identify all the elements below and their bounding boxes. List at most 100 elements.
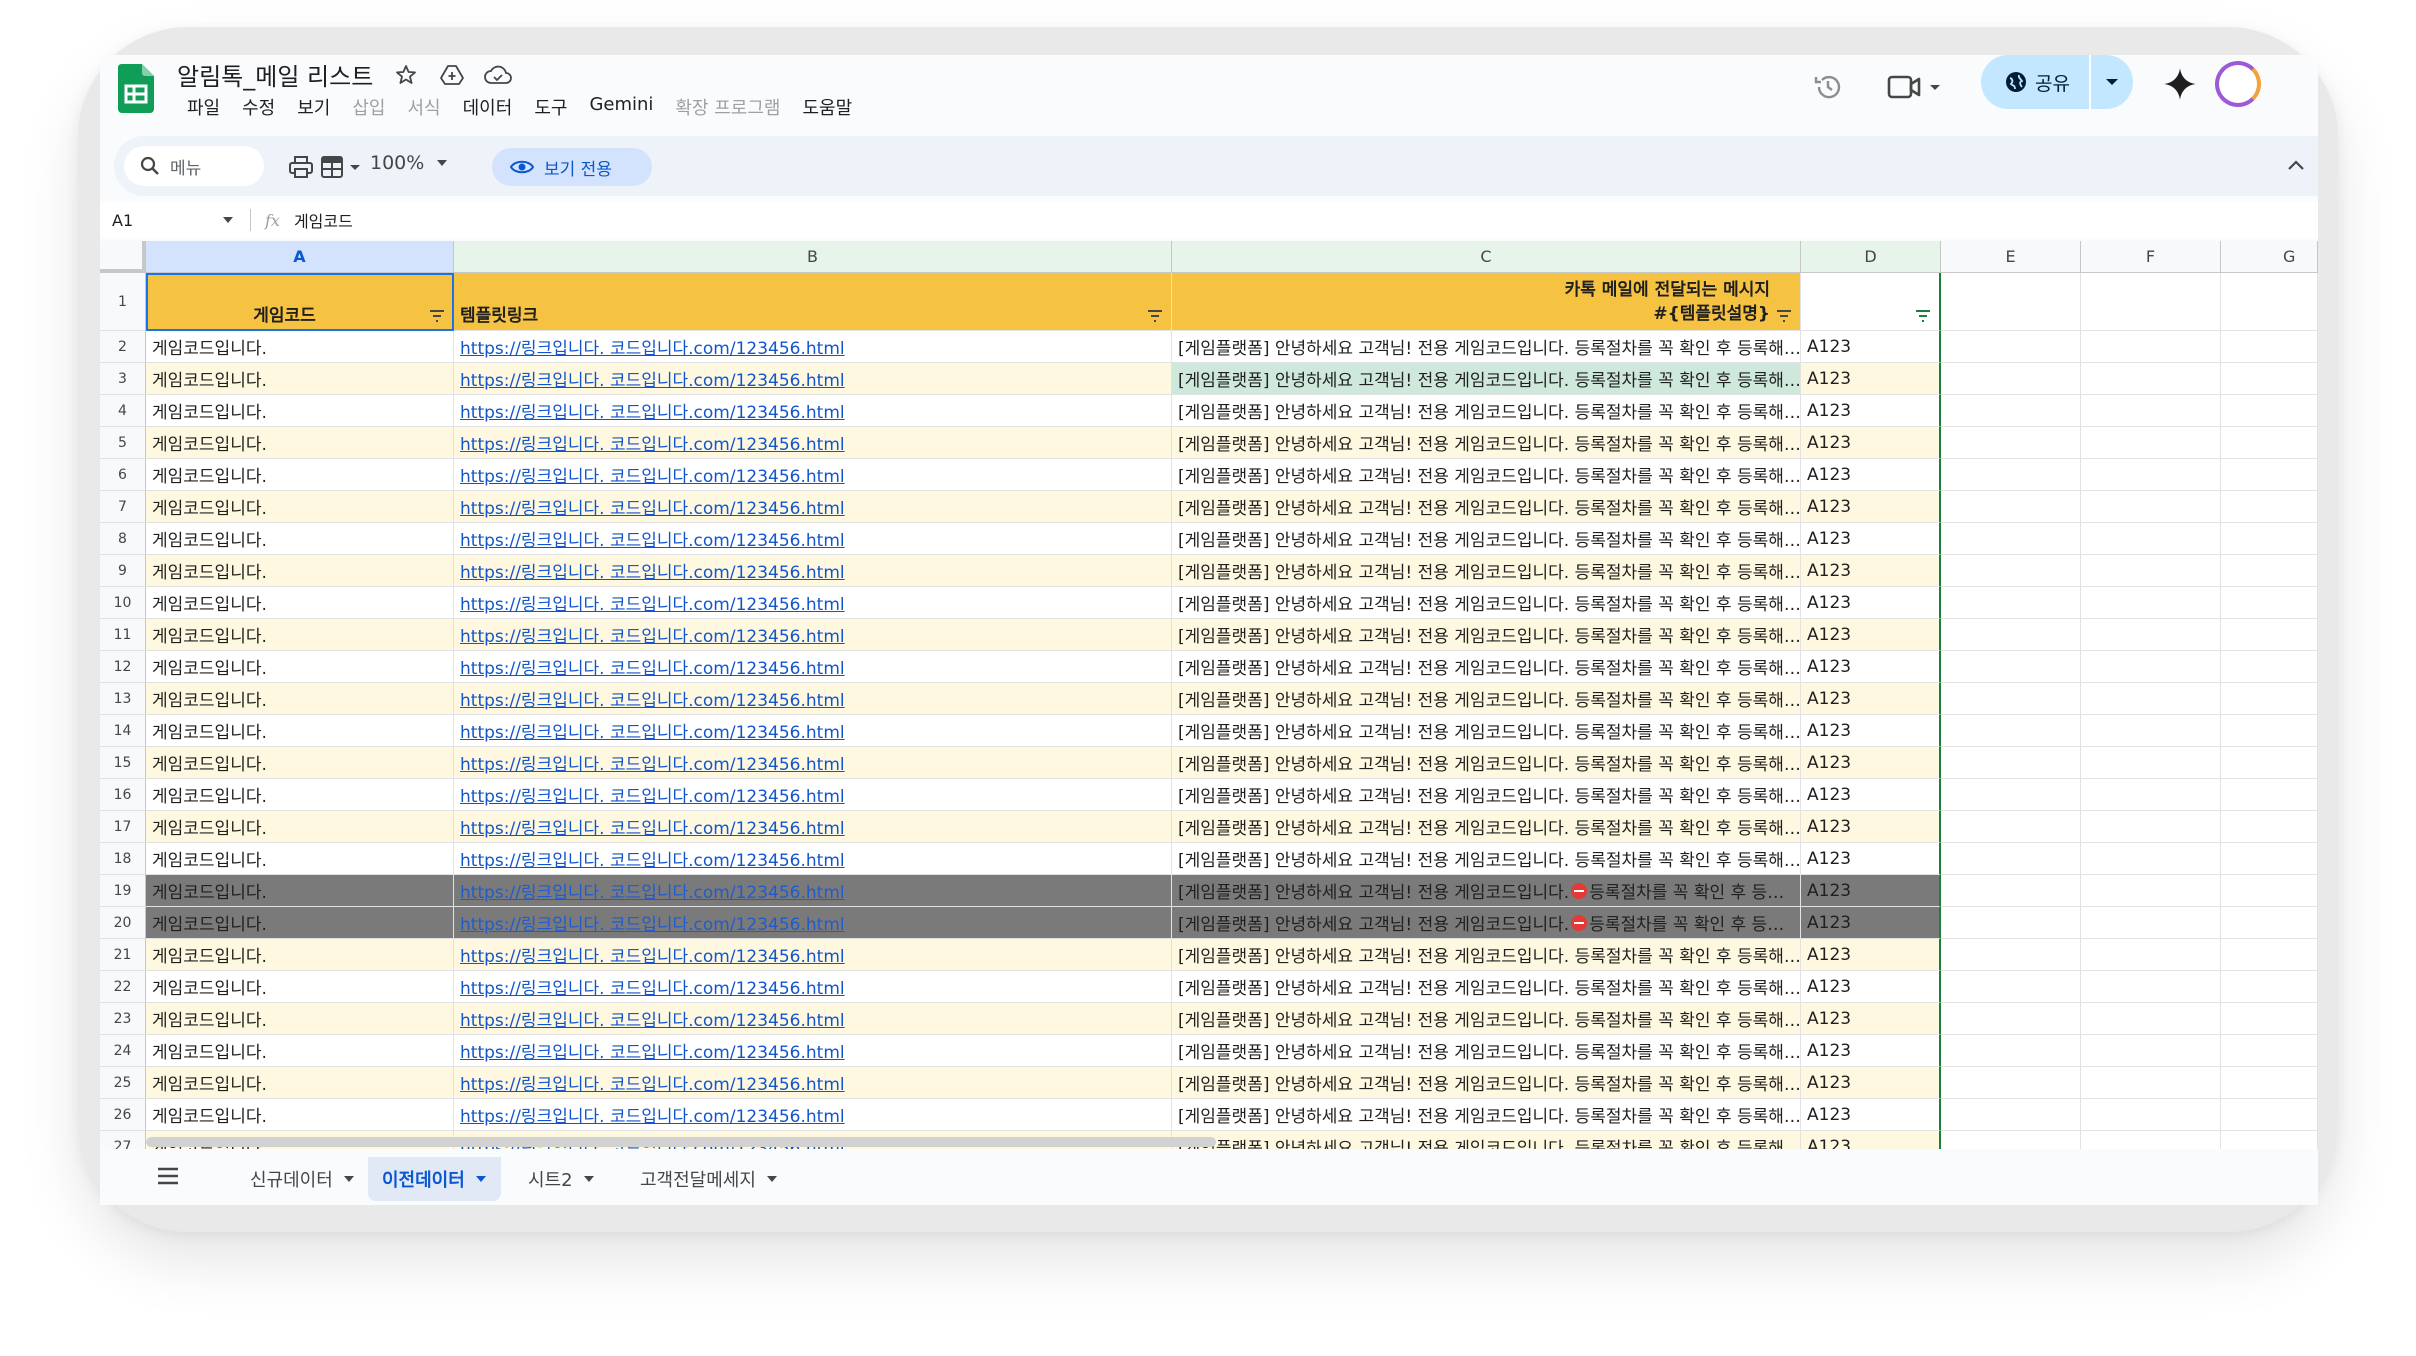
message-cell[interactable]: [게임플랫폼] 안녕하세요 고객님! 전용 게임코드입니다. 등록절차를 꼭 확… xyxy=(1172,1131,1801,1149)
message-cell[interactable]: [게임플랫폼] 안녕하세요 고객님! 전용 게임코드입니다. 등록절차를 꼭 확… xyxy=(1172,779,1801,811)
empty-cell[interactable] xyxy=(2221,459,2318,491)
message-cell[interactable]: [게임플랫폼] 안녕하세요 고객님! 전용 게임코드입니다. 등록절차를 꼭 확… xyxy=(1172,427,1801,459)
header-cell-game-code[interactable]: 게임코드 xyxy=(146,273,454,331)
empty-cell[interactable] xyxy=(2221,1099,2318,1131)
row-header[interactable]: 26 xyxy=(100,1099,146,1131)
menu-view[interactable]: 보기 xyxy=(286,90,341,124)
code-cell[interactable]: A123 xyxy=(1801,363,1941,395)
cloud-status-icon[interactable] xyxy=(484,61,512,89)
message-cell[interactable]: [게임플랫폼] 안녕하세요 고객님! 전용 게임코드입니다. 등록절차를 꼭 확… xyxy=(1172,1099,1801,1131)
template-link-cell[interactable]: https://링크입니다. 코드입니다.com/123456.html xyxy=(454,971,1172,1003)
empty-cell[interactable] xyxy=(2081,363,2221,395)
empty-cell[interactable] xyxy=(2221,811,2318,843)
template-link-cell[interactable]: https://링크입니다. 코드입니다.com/123456.html xyxy=(454,715,1172,747)
empty-cell[interactable] xyxy=(2081,1099,2221,1131)
paint-format-icon[interactable] xyxy=(320,152,364,182)
code-cell[interactable]: A123 xyxy=(1801,1131,1941,1149)
sheet-tab-previous-data[interactable]: 이전데이터 xyxy=(368,1157,501,1201)
row-header[interactable]: 8 xyxy=(100,523,146,555)
message-cell[interactable]: [게임플랫폼] 안녕하세요 고객님! 전용 게임코드입니다. 등록절차를 꼭 확… xyxy=(1172,1003,1801,1035)
message-cell[interactable]: [게임플랫폼] 안녕하세요 고객님! 전용 게임코드입니다. 등록절차를 꼭 확인… xyxy=(1172,875,1801,907)
template-link-cell[interactable]: https://링크입니다. 코드입니다.com/123456.html xyxy=(454,427,1172,459)
empty-cell[interactable] xyxy=(1941,587,2081,619)
row-header[interactable]: 6 xyxy=(100,459,146,491)
filter-icon[interactable] xyxy=(429,310,445,322)
empty-cell[interactable] xyxy=(1941,1099,2081,1131)
cell-e1[interactable] xyxy=(1941,273,2081,331)
row-header[interactable]: 19 xyxy=(100,875,146,907)
message-cell[interactable]: [게임플랫폼] 안녕하세요 고객님! 전용 게임코드입니다. 등록절차를 꼭 확… xyxy=(1172,459,1801,491)
row-header[interactable]: 23 xyxy=(100,1003,146,1035)
template-link-cell[interactable]: https://링크입니다. 코드입니다.com/123456.html xyxy=(454,491,1172,523)
caret-down-icon[interactable] xyxy=(475,1175,487,1183)
code-cell[interactable]: A123 xyxy=(1801,939,1941,971)
empty-cell[interactable] xyxy=(2081,651,2221,683)
message-cell[interactable]: [게임플랫폼] 안녕하세요 고객님! 전용 게임코드입니다. 등록절차를 꼭 확… xyxy=(1172,715,1801,747)
game-code-cell[interactable]: 게임코드입니다. xyxy=(146,363,454,395)
template-link-cell[interactable]: https://링크입니다. 코드입니다.com/123456.html xyxy=(454,683,1172,715)
empty-cell[interactable] xyxy=(2081,1131,2221,1149)
spreadsheet-grid[interactable]: A B C D E F G 1 게임코드 템플릿링크 카톡 메일에 전달되는 메… xyxy=(100,241,2318,1149)
column-header-b[interactable]: B xyxy=(454,241,1172,273)
code-cell[interactable]: A123 xyxy=(1801,427,1941,459)
code-cell[interactable]: A123 xyxy=(1801,779,1941,811)
empty-cell[interactable] xyxy=(2081,907,2221,939)
row-header[interactable]: 17 xyxy=(100,811,146,843)
empty-cell[interactable] xyxy=(2221,907,2318,939)
template-link-cell[interactable]: https://링크입니다. 코드입니다.com/123456.html xyxy=(454,395,1172,427)
empty-cell[interactable] xyxy=(1941,747,2081,779)
empty-cell[interactable] xyxy=(2221,715,2318,747)
caret-down-icon[interactable] xyxy=(766,1175,778,1183)
empty-cell[interactable] xyxy=(2081,1035,2221,1067)
empty-cell[interactable] xyxy=(2221,555,2318,587)
empty-cell[interactable] xyxy=(2221,1131,2318,1149)
sheets-logo-icon[interactable] xyxy=(118,64,154,113)
empty-cell[interactable] xyxy=(1941,619,2081,651)
template-link-cell[interactable]: https://링크입니다. 코드입니다.com/123456.html xyxy=(454,939,1172,971)
message-cell[interactable]: [게임플랫폼] 안녕하세요 고객님! 전용 게임코드입니다. 등록절차를 꼭 확… xyxy=(1172,331,1801,363)
formula-input[interactable]: 게임코드 xyxy=(294,208,353,232)
empty-cell[interactable] xyxy=(2221,1035,2318,1067)
empty-cell[interactable] xyxy=(2081,875,2221,907)
message-cell[interactable]: [게임플랫폼] 안녕하세요 고객님! 전용 게임코드입니다. 등록절차를 꼭 확… xyxy=(1172,363,1801,395)
code-cell[interactable]: A123 xyxy=(1801,907,1941,939)
name-box[interactable]: A1 xyxy=(100,211,250,230)
empty-cell[interactable] xyxy=(2081,747,2221,779)
empty-cell[interactable] xyxy=(2221,875,2318,907)
drive-move-icon[interactable] xyxy=(438,61,466,89)
empty-cell[interactable] xyxy=(2221,1067,2318,1099)
empty-cell[interactable] xyxy=(2221,939,2318,971)
menu-insert[interactable]: 삽입 xyxy=(341,90,396,124)
row-header[interactable]: 3 xyxy=(100,363,146,395)
code-cell[interactable]: A123 xyxy=(1801,491,1941,523)
template-link-cell[interactable]: https://링크입니다. 코드입니다.com/123456.html xyxy=(454,331,1172,363)
empty-cell[interactable] xyxy=(2221,587,2318,619)
code-cell[interactable]: A123 xyxy=(1801,843,1941,875)
code-cell[interactable]: A123 xyxy=(1801,1003,1941,1035)
column-header-e[interactable]: E xyxy=(1941,241,2081,273)
message-cell[interactable]: [게임플랫폼] 안녕하세요 고객님! 전용 게임코드입니다. 등록절차를 꼭 확인… xyxy=(1172,907,1801,939)
empty-cell[interactable] xyxy=(1941,331,2081,363)
game-code-cell[interactable]: 게임코드입니다. xyxy=(146,1067,454,1099)
code-cell[interactable]: A123 xyxy=(1801,555,1941,587)
template-link-cell[interactable]: https://링크입니다. 코드입니다.com/123456.html xyxy=(454,811,1172,843)
star-icon[interactable] xyxy=(392,61,420,89)
empty-cell[interactable] xyxy=(2221,971,2318,1003)
message-cell[interactable]: [게임플랫폼] 안녕하세요 고객님! 전용 게임코드입니다. 등록절차를 꼭 확… xyxy=(1172,619,1801,651)
row-header[interactable]: 11 xyxy=(100,619,146,651)
empty-cell[interactable] xyxy=(2221,523,2318,555)
code-cell[interactable]: A123 xyxy=(1801,395,1941,427)
message-cell[interactable]: [게임플랫폼] 안녕하세요 고객님! 전용 게임코드입니다. 등록절차를 꼭 확… xyxy=(1172,1035,1801,1067)
code-cell[interactable]: A123 xyxy=(1801,1067,1941,1099)
code-cell[interactable]: A123 xyxy=(1801,747,1941,779)
row-header[interactable]: 5 xyxy=(100,427,146,459)
menu-file[interactable]: 파일 xyxy=(176,90,231,124)
game-code-cell[interactable]: 게임코드입니다. xyxy=(146,715,454,747)
select-all-corner[interactable] xyxy=(100,241,146,273)
message-cell[interactable]: [게임플랫폼] 안녕하세요 고객님! 전용 게임코드입니다. 등록절차를 꼭 확… xyxy=(1172,555,1801,587)
empty-cell[interactable] xyxy=(2081,811,2221,843)
template-link-cell[interactable]: https://링크입니다. 코드입니다.com/123456.html xyxy=(454,555,1172,587)
sheet-tab-new-data[interactable]: 신규데이터 xyxy=(236,1157,369,1201)
menu-tools[interactable]: 도구 xyxy=(523,90,578,124)
row-header[interactable]: 15 xyxy=(100,747,146,779)
